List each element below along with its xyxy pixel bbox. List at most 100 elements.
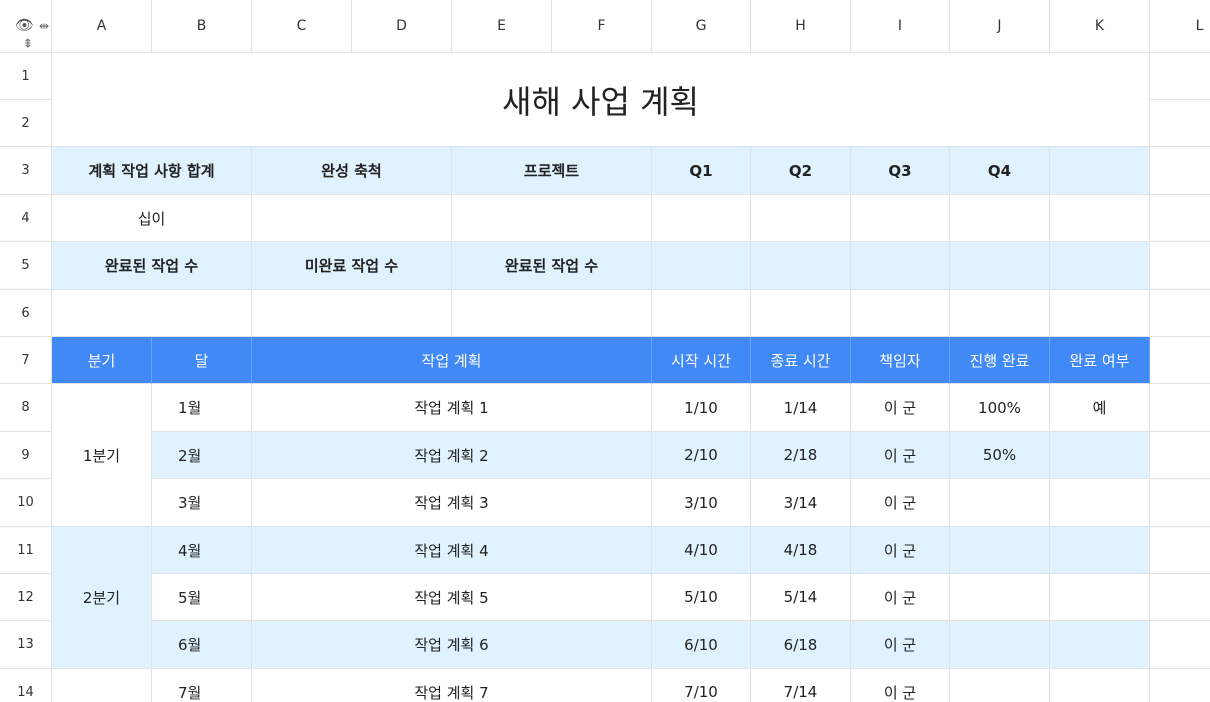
column-header-k[interactable]: K xyxy=(1050,0,1150,53)
cell-k5[interactable] xyxy=(1050,242,1150,290)
quarter-cell-1[interactable]: 1분기 xyxy=(52,384,152,527)
table-row-7-start[interactable]: 7/10 xyxy=(652,669,751,702)
quarter-header-q4[interactable]: Q4 xyxy=(950,147,1050,195)
table-row-1-progress[interactable]: 100% xyxy=(950,384,1050,432)
table-row-6-end[interactable]: 6/18 xyxy=(751,621,851,669)
quarter-header-q1[interactable]: Q1 xyxy=(652,147,751,195)
cell-k4[interactable] xyxy=(1050,195,1150,242)
table-row-2-owner[interactable]: 이 군 xyxy=(851,432,950,479)
column-header-f[interactable]: F xyxy=(552,0,652,53)
total-tasks-value[interactable]: 십이 xyxy=(52,195,252,242)
table-row-2-end[interactable]: 2/18 xyxy=(751,432,851,479)
sheet-title[interactable]: 새해 사업 계획 xyxy=(52,53,1150,147)
cell-l13[interactable] xyxy=(1150,621,1210,669)
table-row-5-done[interactable] xyxy=(1050,574,1150,621)
cell-k6[interactable] xyxy=(1050,290,1150,337)
cell-g5[interactable] xyxy=(652,242,751,290)
quarter-cell-2[interactable]: 2분기 xyxy=(52,527,152,669)
table-header-quarter[interactable]: 분기 xyxy=(52,337,152,384)
row-header-1[interactable]: 1 xyxy=(0,53,52,100)
column-header-e[interactable]: E xyxy=(452,0,552,53)
table-row-3-month[interactable]: 3월 xyxy=(152,479,252,527)
cell-l7[interactable] xyxy=(1150,337,1210,384)
row-header-6[interactable]: 6 xyxy=(0,290,52,337)
cell-j6[interactable] xyxy=(950,290,1050,337)
completion-scale-label[interactable]: 완성 축척 xyxy=(252,147,452,195)
cell-l5[interactable] xyxy=(1150,242,1210,290)
completion-scale-value[interactable] xyxy=(252,195,452,242)
cell-l9[interactable] xyxy=(1150,432,1210,479)
cell-l6[interactable] xyxy=(1150,290,1210,337)
row-header-14[interactable]: 14 xyxy=(0,669,52,702)
column-header-c[interactable]: C xyxy=(252,0,352,53)
completed-tasks-value[interactable] xyxy=(52,290,252,337)
table-row-7-month[interactable]: 7월 xyxy=(152,669,252,702)
incomplete-tasks-label[interactable]: 미완료 작업 수 xyxy=(252,242,452,290)
table-row-6-start[interactable]: 6/10 xyxy=(652,621,751,669)
cell-l1[interactable] xyxy=(1150,53,1210,100)
table-row-6-plan[interactable]: 작업 계획 6 xyxy=(252,621,652,669)
table-row-2-start[interactable]: 2/10 xyxy=(652,432,751,479)
table-row-5-month[interactable]: 5월 xyxy=(152,574,252,621)
table-row-5-plan[interactable]: 작업 계획 5 xyxy=(252,574,652,621)
quarter-cell-3[interactable] xyxy=(52,669,152,702)
cell-l4[interactable] xyxy=(1150,195,1210,242)
table-row-4-start[interactable]: 4/10 xyxy=(652,527,751,574)
project-label[interactable]: 프로젝트 xyxy=(452,147,652,195)
table-row-7-progress[interactable] xyxy=(950,669,1050,702)
table-row-7-plan[interactable]: 작업 계획 7 xyxy=(252,669,652,702)
table-row-2-done[interactable] xyxy=(1050,432,1150,479)
cell-l14[interactable] xyxy=(1150,669,1210,702)
column-header-g[interactable]: G xyxy=(652,0,751,53)
row-header-13[interactable]: 13 xyxy=(0,621,52,669)
table-row-4-owner[interactable]: 이 군 xyxy=(851,527,950,574)
cell-l3[interactable] xyxy=(1150,147,1210,195)
eye-icon[interactable]: 👁︎ xyxy=(15,18,34,33)
row-header-2[interactable]: 2 xyxy=(0,100,52,147)
cell-l11[interactable] xyxy=(1150,527,1210,574)
table-row-1-done[interactable]: 예 xyxy=(1050,384,1150,432)
cell-j4[interactable] xyxy=(950,195,1050,242)
column-header-h[interactable]: H xyxy=(751,0,851,53)
table-header-month[interactable]: 달 xyxy=(152,337,252,384)
cell-g4[interactable] xyxy=(652,195,751,242)
table-row-6-progress[interactable] xyxy=(950,621,1050,669)
column-header-a[interactable]: A xyxy=(52,0,152,53)
cell-i5[interactable] xyxy=(851,242,950,290)
table-row-5-start[interactable]: 5/10 xyxy=(652,574,751,621)
table-row-2-plan[interactable]: 작업 계획 2 xyxy=(252,432,652,479)
cell-i4[interactable] xyxy=(851,195,950,242)
row-header-10[interactable]: 10 xyxy=(0,479,52,527)
table-row-7-end[interactable]: 7/14 xyxy=(751,669,851,702)
table-row-2-progress[interactable]: 50% xyxy=(950,432,1050,479)
cell-h6[interactable] xyxy=(751,290,851,337)
table-row-4-done[interactable] xyxy=(1050,527,1150,574)
table-row-7-done[interactable] xyxy=(1050,669,1150,702)
cell-l2[interactable] xyxy=(1150,100,1210,147)
column-header-b[interactable]: B xyxy=(152,0,252,53)
table-row-1-plan[interactable]: 작업 계획 1 xyxy=(252,384,652,432)
total-tasks-label[interactable]: 계획 작업 사항 합계 xyxy=(52,147,252,195)
project-value[interactable] xyxy=(452,195,652,242)
table-row-4-end[interactable]: 4/18 xyxy=(751,527,851,574)
table-row-3-owner[interactable]: 이 군 xyxy=(851,479,950,527)
freeze-rows-icon[interactable]: ⇹ xyxy=(21,38,35,48)
column-header-i[interactable]: I xyxy=(851,0,950,53)
row-header-8[interactable]: 8 xyxy=(0,384,52,432)
table-row-1-month[interactable]: 1월 xyxy=(152,384,252,432)
freeze-columns-icon[interactable]: ⇹ xyxy=(39,20,49,32)
cell-g6[interactable] xyxy=(652,290,751,337)
cell-i6[interactable] xyxy=(851,290,950,337)
column-header-d[interactable]: D xyxy=(352,0,452,53)
row-header-4[interactable]: 4 xyxy=(0,195,52,242)
table-row-3-plan[interactable]: 작업 계획 3 xyxy=(252,479,652,527)
table-header-end[interactable]: 종료 시간 xyxy=(751,337,851,384)
cell-l8[interactable] xyxy=(1150,384,1210,432)
table-row-3-end[interactable]: 3/14 xyxy=(751,479,851,527)
table-row-4-month[interactable]: 4월 xyxy=(152,527,252,574)
table-row-4-plan[interactable]: 작업 계획 4 xyxy=(252,527,652,574)
cell-h4[interactable] xyxy=(751,195,851,242)
table-header-start[interactable]: 시작 시간 xyxy=(652,337,751,384)
column-header-j[interactable]: J xyxy=(950,0,1050,53)
completed-tasks-value-2[interactable] xyxy=(452,290,652,337)
